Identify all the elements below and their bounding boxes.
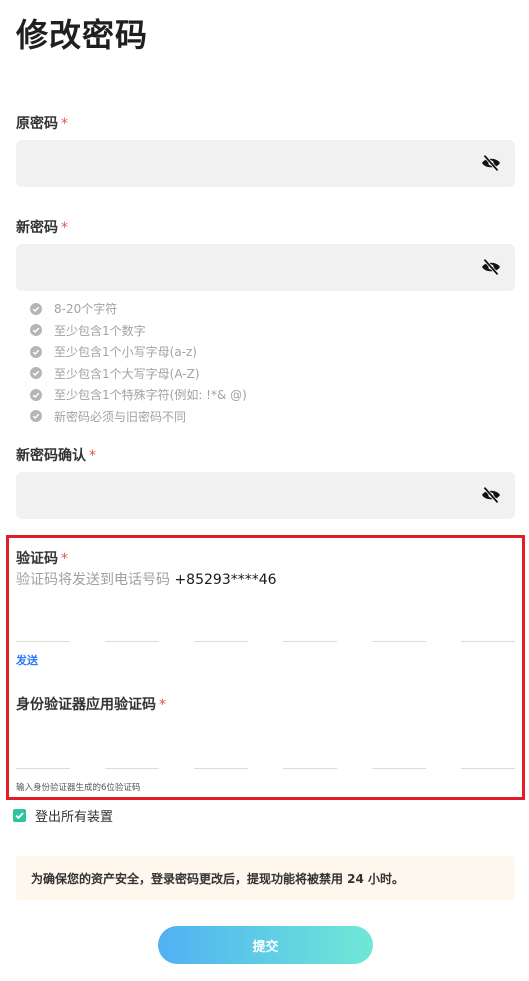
security-notice: 为确保您的资产安全，登录密码更改后，提现功能将被禁用 24 小时。 (16, 856, 515, 900)
code-digit-slot[interactable] (194, 768, 248, 769)
password-rules-list: 8-20个字符 至少包含1个数字 至少包含1个小写字母(a-z) 至少包含1个大… (30, 298, 247, 427)
code-digit-slot[interactable] (16, 768, 70, 769)
submit-button[interactable]: 提交 (158, 926, 373, 964)
password-rule: 新密码必须与旧密码不同 (30, 406, 247, 428)
page-title: 修改密码 (16, 16, 149, 54)
old-password-label-text: 原密码 (16, 116, 58, 132)
sms-code-input[interactable] (16, 641, 515, 643)
check-circle-icon (30, 410, 42, 423)
phone-number: +85293****46 (174, 572, 277, 588)
logout-all-checkbox[interactable]: 登出所有装置 (13, 806, 113, 825)
check-icon (15, 812, 24, 820)
send-code-link[interactable]: 发送 (16, 652, 38, 668)
sms-code-label: 验证码 * (16, 548, 68, 568)
password-rule-text: 至少包含1个大写字母(A-Z) (54, 366, 200, 381)
confirm-password-label: 新密码确认 * (16, 445, 96, 465)
password-rule-text: 至少包含1个特殊字符(例如: !*& @) (54, 388, 247, 403)
check-circle-icon (30, 302, 42, 315)
eye-off-icon[interactable] (481, 486, 501, 504)
old-password-label: 原密码 * (16, 113, 68, 133)
password-rule-text: 至少包含1个数字 (54, 323, 146, 338)
auth-code-input[interactable] (16, 768, 515, 770)
eye-off-icon[interactable] (481, 154, 501, 172)
logout-all-label: 登出所有装置 (35, 810, 114, 825)
sms-code-label-text: 验证码 (16, 551, 58, 567)
required-mark: * (61, 551, 68, 567)
code-digit-slot[interactable] (372, 641, 426, 642)
password-rule-text: 8-20个字符 (54, 302, 118, 317)
sms-code-hint: 验证码将发送到电话号码 +85293****46 (16, 569, 277, 589)
check-circle-icon (30, 324, 42, 337)
new-password-input[interactable] (28, 244, 468, 291)
security-notice-text: 为确保您的资产安全，登录密码更改后，提现功能将被禁用 24 小时。 (31, 872, 405, 886)
code-digit-slot[interactable] (461, 768, 515, 769)
code-digit-slot[interactable] (105, 768, 159, 769)
auth-code-label-text: 身份验证器应用验证码 (16, 697, 156, 713)
required-mark: * (89, 448, 96, 464)
required-mark: * (61, 220, 68, 236)
required-mark: * (61, 116, 68, 132)
checkbox-checked-icon[interactable] (13, 809, 26, 822)
code-digit-slot[interactable] (283, 641, 337, 642)
new-password-field[interactable] (16, 244, 515, 291)
auth-code-hint: 输入身份验证器生成的6位验证码 (16, 783, 141, 793)
old-password-field[interactable] (16, 140, 515, 187)
sms-code-hint-text: 验证码将发送到电话号码 (16, 572, 170, 588)
new-password-label-text: 新密码 (16, 220, 58, 236)
code-digit-slot[interactable] (16, 641, 70, 642)
password-rule: 至少包含1个数字 (30, 320, 247, 342)
required-mark: * (159, 697, 166, 713)
old-password-input[interactable] (28, 140, 468, 187)
password-rule-text: 至少包含1个小写字母(a-z) (54, 345, 197, 360)
code-digit-slot[interactable] (283, 768, 337, 769)
code-digit-slot[interactable] (194, 641, 248, 642)
new-password-label: 新密码 * (16, 217, 68, 237)
eye-off-icon[interactable] (481, 258, 501, 276)
confirm-password-label-text: 新密码确认 (16, 448, 86, 464)
code-digit-slot[interactable] (461, 641, 515, 642)
password-rule: 至少包含1个大写字母(A-Z) (30, 363, 247, 385)
password-rule-text: 新密码必须与旧密码不同 (54, 409, 187, 424)
confirm-password-input[interactable] (28, 472, 468, 519)
password-rule: 8-20个字符 (30, 298, 247, 320)
auth-code-label: 身份验证器应用验证码 * (16, 694, 166, 714)
code-digit-slot[interactable] (372, 768, 426, 769)
confirm-password-field[interactable] (16, 472, 515, 519)
code-digit-slot[interactable] (105, 641, 159, 642)
check-circle-icon (30, 388, 42, 401)
check-circle-icon (30, 345, 42, 358)
password-rule: 至少包含1个特殊字符(例如: !*& @) (30, 384, 247, 406)
check-circle-icon (30, 367, 42, 380)
password-rule: 至少包含1个小写字母(a-z) (30, 341, 247, 363)
